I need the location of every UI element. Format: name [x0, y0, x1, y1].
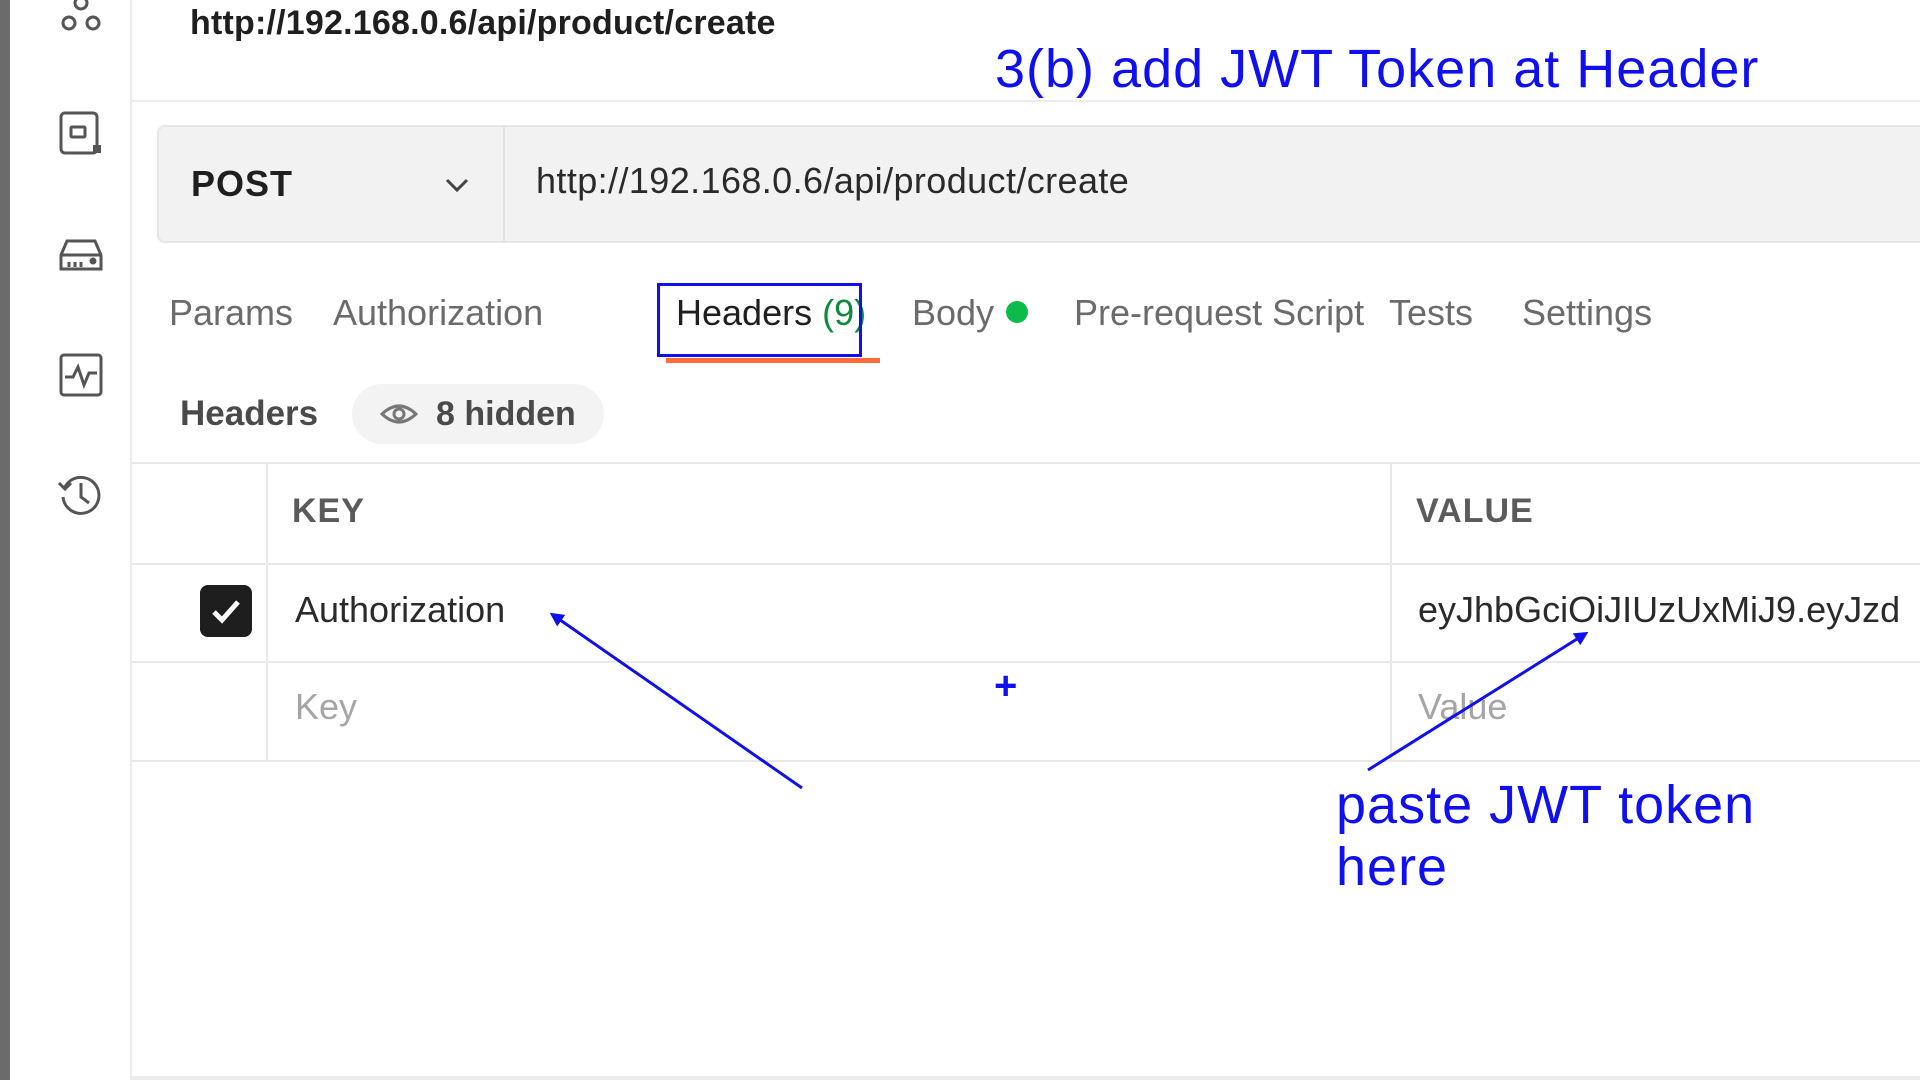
window-edge — [0, 0, 10, 1080]
row-divider — [132, 760, 1920, 762]
row-divider — [132, 563, 1920, 565]
panel-bottom-border — [132, 1076, 1920, 1080]
hidden-headers-toggle[interactable]: 8 hidden — [352, 384, 604, 444]
annotation-paste-line1: paste JWT token — [1336, 775, 1756, 835]
active-tab-underline — [666, 358, 880, 363]
annotation-title: 3(b) add JWT Token at Header — [995, 39, 1760, 99]
annotation-plus: + — [994, 664, 1018, 708]
table-border — [132, 462, 1920, 464]
header-enabled-checkbox[interactable] — [200, 585, 252, 637]
mock-servers-icon[interactable] — [46, 220, 116, 290]
method-label: POST — [191, 163, 294, 204]
new-value-input[interactable]: Value — [1418, 686, 1507, 728]
checkmark-icon — [212, 600, 240, 624]
header-key-cell[interactable]: Authorization — [295, 589, 505, 631]
url-input[interactable]: http://192.168.0.6/api/product/create — [536, 160, 1129, 202]
tab-params[interactable]: Params — [169, 292, 293, 334]
header-value-cell[interactable]: eyJhbGciOiJIUzUxMiJ9.eyJzd — [1418, 589, 1900, 631]
body-indicator-dot — [1006, 301, 1029, 324]
annotation-paste-note: paste JWT token here — [1336, 774, 1836, 898]
hidden-count-label: 8 hidden — [436, 394, 576, 433]
sidebar-rail — [10, 0, 132, 1080]
request-title[interactable]: http://192.168.0.6/api/product/create — [190, 4, 776, 43]
row-divider — [132, 661, 1920, 663]
column-header-key: KEY — [292, 492, 365, 530]
column-header-value: VALUE — [1416, 492, 1534, 530]
history-icon[interactable] — [46, 460, 116, 530]
column-divider — [266, 462, 268, 762]
environments-icon[interactable] — [46, 98, 116, 168]
column-divider — [1390, 462, 1392, 762]
monitors-icon[interactable] — [46, 340, 116, 410]
headers-section-label: Headers — [180, 394, 319, 433]
tab-pre-request-script[interactable]: Pre-request Script — [1074, 292, 1364, 334]
divider — [132, 100, 1920, 102]
app-window: http://192.168.0.6/api/product/create 3(… — [0, 0, 1920, 1080]
tab-tests[interactable]: Tests — [1389, 292, 1473, 334]
chevron-down-icon — [445, 178, 469, 193]
eye-icon — [380, 404, 418, 424]
apis-icon[interactable] — [46, 0, 116, 52]
tab-body-label: Body — [912, 292, 995, 333]
annotation-highlight-box — [657, 283, 862, 357]
method-select[interactable]: POST — [159, 127, 505, 241]
new-key-input[interactable]: Key — [295, 686, 357, 728]
tab-authorization[interactable]: Authorization — [333, 292, 543, 334]
request-editor: http://192.168.0.6/api/product/create 3(… — [132, 0, 1920, 1080]
tab-settings[interactable]: Settings — [1522, 292, 1652, 334]
annotation-paste-line2: here — [1336, 837, 1449, 897]
url-bar: POST http://192.168.0.6/api/product/crea… — [157, 125, 1920, 243]
tab-body[interactable]: Body — [912, 292, 1029, 334]
